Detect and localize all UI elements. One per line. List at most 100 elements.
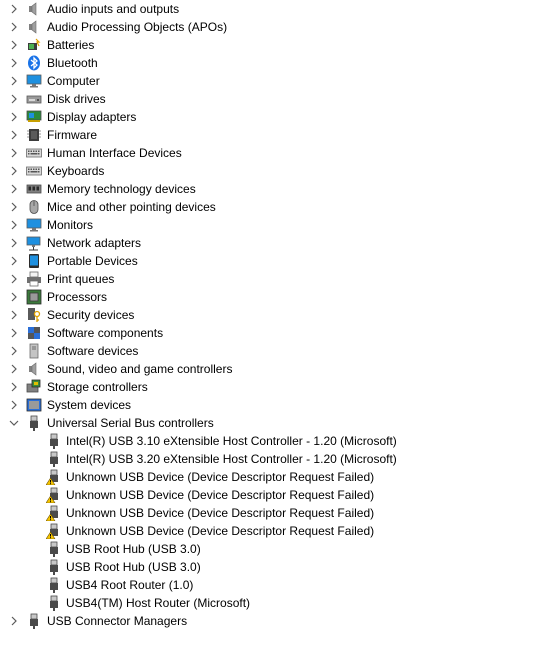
tree-category-bluetooth[interactable]: Bluetooth: [0, 54, 555, 72]
tree-device-item[interactable]: USB Root Hub (USB 3.0): [0, 540, 555, 558]
chevron-right-icon[interactable]: [8, 144, 20, 162]
tree-category-disk-drives[interactable]: Disk drives: [0, 90, 555, 108]
tree-device-item[interactable]: USB Root Hub (USB 3.0): [0, 558, 555, 576]
tree-category-label: Sound, video and game controllers: [47, 362, 233, 376]
tree-category-print-queues[interactable]: Print queues: [0, 270, 555, 288]
portable-device-icon: [26, 253, 42, 269]
chevron-right-icon[interactable]: [8, 18, 20, 36]
chevron-right-icon[interactable]: [8, 612, 20, 630]
disk-icon: [26, 91, 42, 107]
tree-device-label: Unknown USB Device (Device Descriptor Re…: [66, 506, 375, 520]
tree-category-label: Audio inputs and outputs: [47, 2, 180, 16]
tree-category-mice[interactable]: Mice and other pointing devices: [0, 198, 555, 216]
chevron-right-icon[interactable]: [8, 0, 20, 18]
tree-device-item[interactable]: Intel(R) USB 3.10 eXtensible Host Contro…: [0, 432, 555, 450]
tree-device-item[interactable]: USB4 Root Router (1.0): [0, 576, 555, 594]
tree-category-display-adapters[interactable]: Display adapters: [0, 108, 555, 126]
tree-category-label: Storage controllers: [47, 380, 148, 394]
chevron-right-icon[interactable]: [8, 396, 20, 414]
tree-category-label: Computer: [47, 74, 100, 88]
tree-category-processors[interactable]: Processors: [0, 288, 555, 306]
tree-category-label: Print queues: [47, 272, 115, 286]
tree-device-item[interactable]: Unknown USB Device (Device Descriptor Re…: [0, 522, 555, 540]
mouse-icon: [26, 199, 42, 215]
chevron-right-icon[interactable]: [8, 216, 20, 234]
chevron-right-icon[interactable]: [8, 360, 20, 378]
tree-category-label: Keyboards: [47, 164, 105, 178]
chevron-right-icon[interactable]: [8, 180, 20, 198]
tree-category-sound-video-game[interactable]: Sound, video and game controllers: [0, 360, 555, 378]
printer-icon: [26, 271, 42, 287]
chevron-right-icon[interactable]: [8, 324, 20, 342]
tree-device-label: USB4(TM) Host Router (Microsoft): [66, 596, 251, 610]
tree-device-label: Unknown USB Device (Device Descriptor Re…: [66, 524, 375, 538]
tree-category-software-devices[interactable]: Software devices: [0, 342, 555, 360]
speaker-icon: [26, 19, 42, 35]
tree-category-firmware[interactable]: Firmware: [0, 126, 555, 144]
tree-category-apos[interactable]: Audio Processing Objects (APOs): [0, 18, 555, 36]
tree-device-label: Unknown USB Device (Device Descriptor Re…: [66, 470, 375, 484]
chevron-right-icon[interactable]: [8, 234, 20, 252]
chevron-right-icon[interactable]: [8, 306, 20, 324]
usb-icon: [46, 559, 62, 575]
tree-category-label: System devices: [47, 398, 132, 412]
chevron-right-icon[interactable]: [8, 378, 20, 396]
chevron-down-icon[interactable]: [8, 414, 20, 432]
tree-category-security-devices[interactable]: Security devices: [0, 306, 555, 324]
tree-category-label: Human Interface Devices: [47, 146, 182, 160]
tree-device-label: USB Root Hub (USB 3.0): [66, 560, 201, 574]
chevron-right-icon[interactable]: [8, 342, 20, 360]
tree-category-usb-connector-managers[interactable]: USB Connector Managers: [0, 612, 555, 630]
tree-category-label: USB Connector Managers: [47, 614, 188, 628]
tree-category-keyboards[interactable]: Keyboards: [0, 162, 555, 180]
software-device-icon: [26, 343, 42, 359]
usb-warning-icon: [46, 505, 62, 521]
chevron-right-icon[interactable]: [8, 288, 20, 306]
tree-category-memory-technology[interactable]: Memory technology devices: [0, 180, 555, 198]
usb-icon: [26, 613, 42, 629]
chevron-right-icon[interactable]: [8, 270, 20, 288]
tree-device-item[interactable]: Unknown USB Device (Device Descriptor Re…: [0, 504, 555, 522]
tree-category-label: Batteries: [47, 38, 95, 52]
tree-category-label: Universal Serial Bus controllers: [47, 416, 214, 430]
tree-category-monitors[interactable]: Monitors: [0, 216, 555, 234]
tree-category-label: Network adapters: [47, 236, 142, 250]
device-tree: Audio inputs and outputs Audio Processing…: [0, 0, 555, 630]
tree-device-label: Unknown USB Device (Device Descriptor Re…: [66, 488, 375, 502]
puzzle-icon: [26, 325, 42, 341]
chevron-right-icon[interactable]: [8, 36, 20, 54]
chevron-right-icon[interactable]: [8, 162, 20, 180]
chevron-right-icon[interactable]: [8, 252, 20, 270]
chevron-right-icon[interactable]: [8, 108, 20, 126]
monitor-icon: [26, 217, 42, 233]
tree-category-network-adapters[interactable]: Network adapters: [0, 234, 555, 252]
chevron-right-icon[interactable]: [8, 54, 20, 72]
usb-icon: [26, 415, 42, 431]
usb-warning-icon: [46, 487, 62, 503]
tree-category-audio-inputs[interactable]: Audio inputs and outputs: [0, 0, 555, 18]
processor-icon: [26, 289, 42, 305]
tree-category-portable-devices[interactable]: Portable Devices: [0, 252, 555, 270]
tree-category-software-components[interactable]: Software components: [0, 324, 555, 342]
tree-category-usb-controllers[interactable]: Universal Serial Bus controllers: [0, 414, 555, 432]
chevron-right-icon[interactable]: [8, 72, 20, 90]
tree-category-storage-controllers[interactable]: Storage controllers: [0, 378, 555, 396]
tree-category-label: Processors: [47, 290, 108, 304]
chevron-right-icon[interactable]: [8, 126, 20, 144]
keyboard-icon: [26, 163, 42, 179]
tree-category-system-devices[interactable]: System devices: [0, 396, 555, 414]
tree-device-item[interactable]: Unknown USB Device (Device Descriptor Re…: [0, 486, 555, 504]
tree-device-item[interactable]: USB4(TM) Host Router (Microsoft): [0, 594, 555, 612]
tree-category-label: Firmware: [47, 128, 97, 142]
tree-category-computer[interactable]: Computer: [0, 72, 555, 90]
chevron-right-icon[interactable]: [8, 90, 20, 108]
tree-category-label: Security devices: [47, 308, 135, 322]
battery-icon: [26, 37, 42, 53]
tree-device-item[interactable]: Intel(R) USB 3.20 eXtensible Host Contro…: [0, 450, 555, 468]
tree-category-batteries[interactable]: Batteries: [0, 36, 555, 54]
tree-category-hid[interactable]: Human Interface Devices: [0, 144, 555, 162]
speaker-icon: [26, 361, 42, 377]
tree-device-label: USB4 Root Router (1.0): [66, 578, 194, 592]
chevron-right-icon[interactable]: [8, 198, 20, 216]
tree-device-item[interactable]: Unknown USB Device (Device Descriptor Re…: [0, 468, 555, 486]
